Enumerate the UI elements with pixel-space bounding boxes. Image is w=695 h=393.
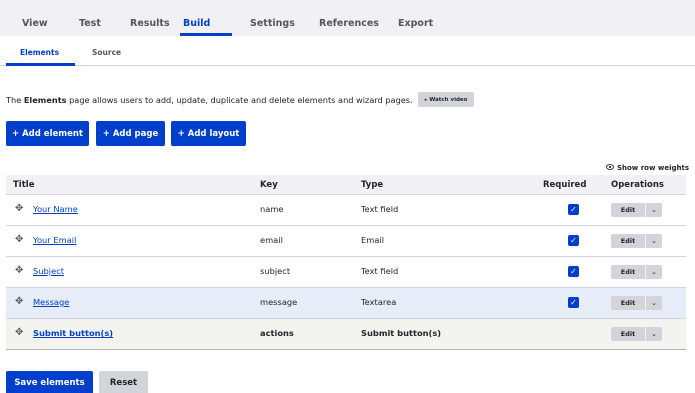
chevron-down-icon[interactable]: ⌄ xyxy=(645,234,662,248)
element-key: subject xyxy=(260,266,291,276)
secondary-tabs: Elements Source xyxy=(0,36,695,66)
chevron-down-icon[interactable]: ⌄ xyxy=(645,296,662,310)
show-row-weights-label: Show row weights xyxy=(616,163,689,172)
tab-results[interactable]: Results xyxy=(130,18,170,29)
element-type: Email xyxy=(361,235,385,245)
element-title-link[interactable]: Message xyxy=(33,297,69,307)
drag-handle-icon[interactable]: ✥ xyxy=(15,265,23,276)
add-page-button[interactable]: + Add page xyxy=(96,121,165,146)
element-title-link[interactable]: Your Name xyxy=(33,204,78,214)
tab-references[interactable]: References xyxy=(319,18,379,29)
element-title-link[interactable]: Submit button(s) xyxy=(33,328,113,338)
chevron-down-icon[interactable]: ⌄ xyxy=(645,327,662,341)
primary-tabs: View Test Results Build Settings Referen… xyxy=(0,0,695,36)
element-key: message xyxy=(260,297,298,307)
operations-dropbutton: Edit ⌄ xyxy=(611,265,662,279)
add-layout-button[interactable]: + Add layout xyxy=(171,121,246,146)
page-description: The Elements page allows users to add, u… xyxy=(6,92,475,107)
reset-button[interactable]: Reset xyxy=(99,371,148,393)
edit-button[interactable]: Edit xyxy=(611,265,645,279)
tab-build[interactable]: Build xyxy=(183,18,210,29)
header-key: Key xyxy=(260,180,278,190)
operations-dropbutton: Edit ⌄ xyxy=(611,327,662,341)
description-bold: Elements xyxy=(23,94,67,105)
header-title: Title xyxy=(13,180,35,190)
required-checkbox[interactable]: ✓ xyxy=(568,266,579,277)
tab-export[interactable]: Export xyxy=(398,18,433,29)
show-row-weights-toggle[interactable]: Show row weights xyxy=(606,163,689,172)
tab-source[interactable]: Source xyxy=(92,48,121,57)
tab-settings[interactable]: Settings xyxy=(250,18,295,29)
edit-button[interactable]: Edit xyxy=(611,296,645,310)
watch-video-label: Watch video xyxy=(429,96,468,103)
operations-dropbutton: Edit ⌄ xyxy=(611,296,662,310)
header-type: Type xyxy=(361,180,384,190)
drag-handle-icon[interactable]: ✥ xyxy=(15,203,23,214)
table-row: ✥ Your Email email Email ✓ Edit ⌄ xyxy=(6,226,686,257)
elements-table: Title Key Type Required Operations ✥ You… xyxy=(6,175,686,350)
operations-dropbutton: Edit ⌄ xyxy=(611,203,662,217)
table-row: ✥ Message message Textarea ✓ Edit ⌄ xyxy=(6,288,686,319)
chevron-down-icon[interactable]: ⌄ xyxy=(645,265,662,279)
element-type: Text field xyxy=(361,266,399,276)
required-checkbox[interactable]: ✓ xyxy=(568,204,579,215)
header-required: Required xyxy=(543,180,587,190)
chevron-down-icon[interactable]: ⌄ xyxy=(645,203,662,217)
tab-test[interactable]: Test xyxy=(79,18,101,29)
header-operations: Operations xyxy=(611,180,664,190)
element-type: Submit button(s) xyxy=(361,328,442,338)
element-title-link[interactable]: Subject xyxy=(33,266,64,276)
table-row: ✥ Subject subject Text field ✓ Edit ⌄ xyxy=(6,257,686,288)
table-row: ✥ Your Name name Text field ✓ Edit ⌄ xyxy=(6,195,686,226)
tab-elements[interactable]: Elements xyxy=(20,48,59,57)
drag-handle-icon[interactable]: ✥ xyxy=(15,296,23,307)
element-type: Text field xyxy=(361,204,399,214)
edit-button[interactable]: Edit xyxy=(611,234,645,248)
operations-dropbutton: Edit ⌄ xyxy=(611,234,662,248)
element-key: name xyxy=(260,204,284,214)
save-elements-button[interactable]: Save elements xyxy=(6,371,93,393)
required-checkbox[interactable]: ✓ xyxy=(568,235,579,246)
edit-button[interactable]: Edit xyxy=(611,203,645,217)
drag-handle-icon[interactable]: ✥ xyxy=(15,234,23,245)
description-suffix: page allows users to add, update, duplic… xyxy=(66,94,413,105)
tab-view[interactable]: View xyxy=(22,18,48,29)
element-title-link[interactable]: Your Email xyxy=(33,235,76,245)
active-subtab-indicator xyxy=(6,63,75,66)
table-header: Title Key Type Required Operations xyxy=(6,175,686,195)
drag-handle-icon[interactable]: ✥ xyxy=(15,327,23,338)
element-key: actions xyxy=(260,328,294,338)
eye-icon xyxy=(606,163,614,172)
table-row: ✥ Submit button(s) actions Submit button… xyxy=(6,319,686,350)
required-checkbox[interactable]: ✓ xyxy=(568,297,579,308)
element-type: Textarea xyxy=(361,297,397,307)
add-element-button[interactable]: + Add element xyxy=(6,121,89,146)
description-prefix: The xyxy=(6,94,24,105)
watch-video-button[interactable]: ▸ Watch video xyxy=(417,92,475,107)
element-key: email xyxy=(260,235,283,245)
edit-button[interactable]: Edit xyxy=(611,327,645,341)
play-icon: ▸ xyxy=(424,96,428,103)
